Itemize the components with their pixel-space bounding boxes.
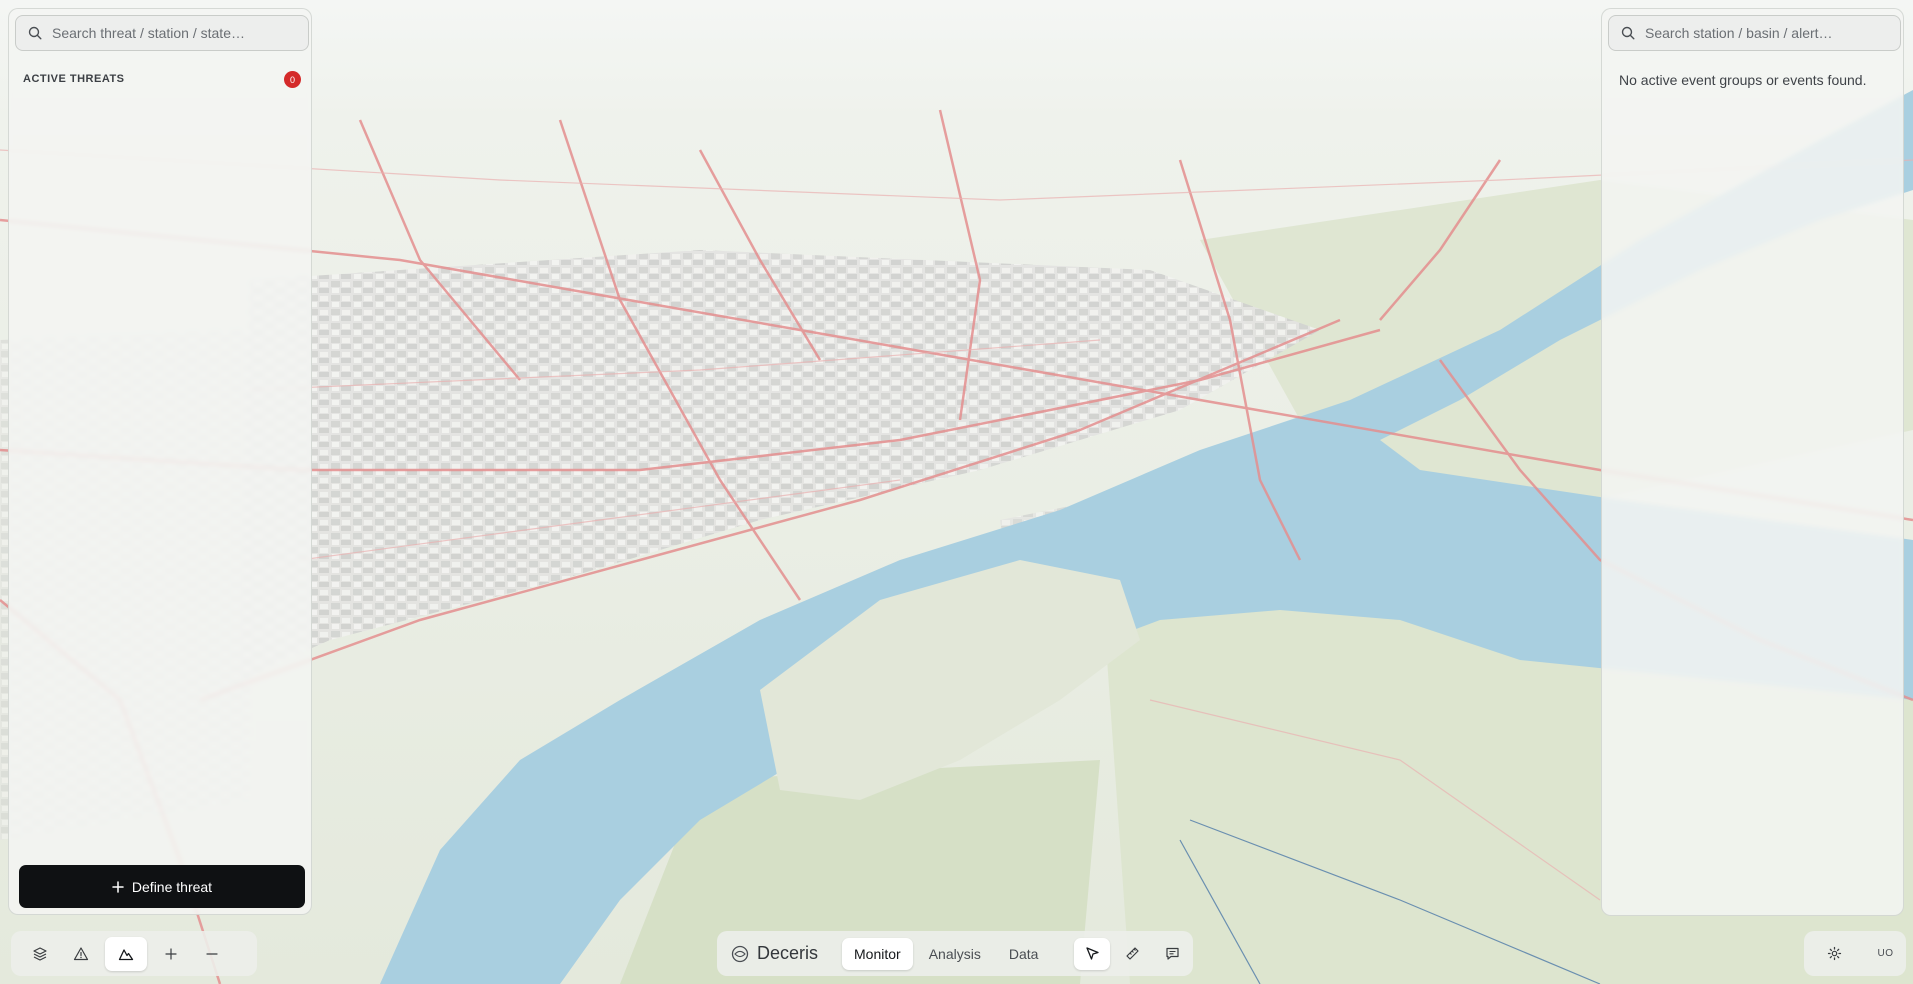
- warning-icon: [73, 946, 89, 960]
- empty-events-message: No active event groups or events found.: [1619, 72, 1867, 88]
- alerts-button[interactable]: [64, 937, 98, 971]
- zoom-in-button[interactable]: [154, 937, 188, 971]
- mode-tabs: Monitor Analysis Data: [842, 937, 1051, 970]
- define-threat-button[interactable]: Define threat: [19, 865, 305, 908]
- threat-search-box[interactable]: [15, 15, 309, 51]
- ruler-icon: [1126, 947, 1139, 960]
- user-avatar[interactable]: UO: [1878, 948, 1894, 959]
- interaction-tools: [1074, 937, 1190, 970]
- search-icon: [1621, 26, 1635, 40]
- layers-icon: [33, 946, 47, 961]
- tab-monitor[interactable]: Monitor: [842, 937, 913, 970]
- plus-icon: [112, 880, 124, 893]
- map-tools-toolbar: [11, 931, 257, 976]
- user-toolbar: UO: [1804, 931, 1906, 976]
- station-search-box[interactable]: [1608, 15, 1901, 51]
- tab-data[interactable]: Data: [997, 938, 1051, 970]
- threat-search-input[interactable]: [52, 25, 292, 41]
- station-search-input[interactable]: [1645, 25, 1885, 41]
- terrain-button[interactable]: [105, 936, 147, 971]
- settings-button[interactable]: [1817, 938, 1853, 970]
- mountain-icon: [118, 948, 134, 960]
- threats-panel: ACTIVE THREATS 0 Define threat: [8, 8, 312, 915]
- active-threats-heading: ACTIVE THREATS: [23, 73, 125, 85]
- zoom-in-icon: [165, 947, 177, 960]
- main-navigation-bar: Deceris Monitor Analysis Data: [717, 931, 1193, 976]
- logo-icon: [731, 945, 749, 962]
- events-panel: No active event groups or events found.: [1601, 8, 1904, 916]
- measure-tool-button[interactable]: [1114, 938, 1150, 970]
- select-tool-button[interactable]: [1074, 937, 1111, 970]
- zoom-out-button[interactable]: [195, 937, 229, 971]
- app-logo: Deceris: [731, 943, 818, 964]
- gear-icon: [1827, 946, 1842, 961]
- active-threats-count-badge: 0: [284, 71, 301, 88]
- define-threat-label: Define threat: [131, 878, 213, 895]
- tab-analysis[interactable]: Analysis: [917, 938, 993, 970]
- app-name: Deceris: [757, 943, 819, 963]
- layers-button[interactable]: [23, 937, 57, 971]
- search-icon: [28, 26, 42, 40]
- cursor-icon: [1086, 947, 1099, 960]
- zoom-out-icon: [206, 952, 218, 955]
- comment-icon: [1166, 947, 1179, 960]
- annotate-tool-button[interactable]: [1154, 938, 1190, 970]
